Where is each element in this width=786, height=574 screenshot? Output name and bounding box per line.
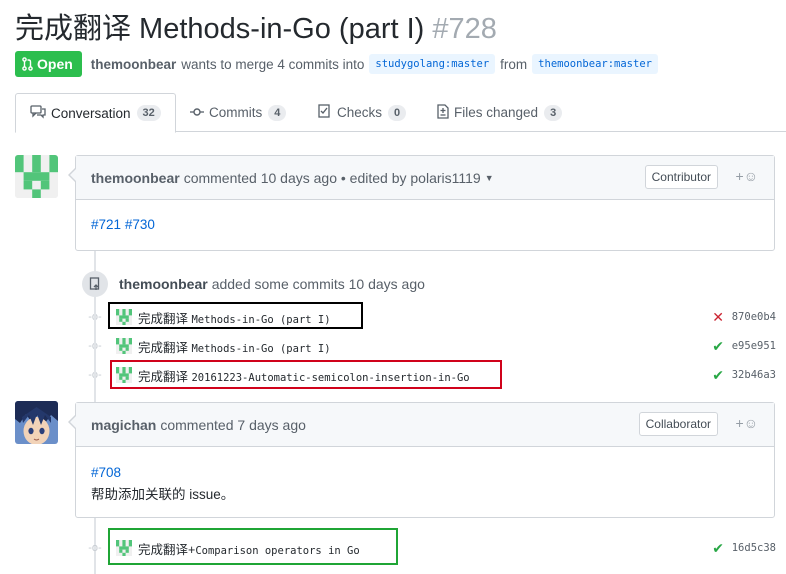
commit-sha[interactable]: e95e951 — [732, 340, 776, 352]
from-text: from — [500, 56, 528, 72]
tab-counter: 32 — [136, 105, 161, 121]
commit-row[interactable]: -o- 完成翻译 Methods-in-Go (part I) ✕ 870e0b… — [88, 306, 776, 328]
tab-counter: 0 — [388, 104, 407, 121]
commit-dot-icon: -o- — [88, 542, 102, 554]
pr-title: 完成翻译 Methods-in-Go (part I) — [15, 13, 425, 45]
pr-number: #728 — [432, 13, 497, 45]
base-branch[interactable]: studygolang:master — [369, 54, 496, 74]
identicon-icon — [116, 540, 132, 556]
comment-author[interactable]: themoonbear — [91, 170, 180, 186]
tab-label: Commits — [209, 105, 263, 120]
commit-message[interactable]: 完成翻译 Methods-in-Go (part I) — [138, 337, 331, 356]
tab-label: Checks — [337, 105, 383, 120]
page-title: 完成翻译 Methods-in-Go (part I) #728 — [15, 5, 497, 47]
git-pull-request-icon — [22, 57, 33, 71]
add-reaction-icon[interactable]: +☺ — [736, 415, 758, 431]
identicon-icon — [15, 155, 58, 198]
role-badge: Contributor — [644, 165, 718, 189]
pr-author[interactable]: themoonbear — [91, 57, 177, 72]
comment: themoonbear commented 10 days ago • edit… — [68, 155, 775, 251]
check-icon[interactable]: ✔ — [712, 540, 724, 557]
comment-header: magichan commented 7 days ago Collaborat… — [76, 403, 774, 447]
identicon-icon — [116, 338, 132, 354]
issue-link[interactable]: #721 — [91, 217, 121, 232]
event-author[interactable]: themoonbear — [119, 276, 208, 292]
check-icon[interactable]: ✔ — [712, 367, 724, 384]
merge-text: wants to merge 4 commits into — [181, 56, 365, 72]
tab-counter: 4 — [268, 104, 287, 121]
tab-conversation[interactable]: Conversation 32 — [15, 93, 176, 133]
pr-tabs: Conversation 32 Commits 4 Checks 0 Files… — [15, 93, 786, 133]
avatar[interactable] — [15, 155, 58, 198]
avatar[interactable] — [15, 401, 58, 444]
comment-meta: commented 7 days ago — [160, 416, 306, 433]
user-avatar-icon — [15, 401, 58, 444]
commit-message[interactable]: 完成翻译 20161223-Automatic-semicolon-insert… — [138, 366, 470, 385]
commit-row[interactable]: -o- 完成翻译+Comparison operators in Go ✔ 16… — [88, 537, 776, 559]
comment-author[interactable]: magichan — [91, 417, 156, 433]
state-badge: Open — [15, 51, 82, 77]
comment: magichan commented 7 days ago Collaborat… — [68, 402, 775, 520]
comment-discussion-icon — [30, 104, 46, 122]
chevron-down-icon[interactable]: ▼ — [485, 173, 494, 183]
checklist-icon — [318, 104, 332, 121]
tab-files-changed[interactable]: Files changed 3 — [437, 93, 563, 132]
x-icon[interactable]: ✕ — [712, 309, 724, 326]
commit-row[interactable]: -o- 完成翻译 Methods-in-Go (part I) ✔ e95e95… — [88, 335, 776, 357]
tab-label: Conversation — [51, 105, 131, 121]
issue-link[interactable]: #730 — [125, 217, 155, 232]
timeline-event: themoonbear added some commits 10 days a… — [82, 271, 425, 297]
role-badge: Collaborator — [638, 412, 718, 436]
commit-sha[interactable]: 870e0b4 — [732, 311, 776, 323]
repo-push-icon — [82, 271, 108, 297]
head-branch[interactable]: themoonbear:master — [532, 54, 658, 74]
tab-checks[interactable]: Checks 0 — [318, 93, 407, 132]
timeline-line — [94, 298, 96, 402]
commit-message[interactable]: 完成翻译+Comparison operators in Go — [138, 539, 360, 558]
commit-sha[interactable]: 32b46a3 — [732, 369, 776, 381]
file-diff-icon — [437, 103, 449, 122]
event-text: added some commits 10 days ago — [211, 276, 425, 292]
tab-label: Files changed — [454, 105, 539, 120]
comment-body: #721 #730 — [76, 200, 774, 250]
comment-header: themoonbear commented 10 days ago • edit… — [76, 156, 774, 200]
tab-counter: 3 — [544, 104, 563, 121]
comment-body: #708 帮助添加关联的 issue。 — [76, 447, 774, 520]
identicon-icon — [116, 367, 132, 383]
add-reaction-icon[interactable]: +☺ — [736, 168, 758, 184]
tab-commits[interactable]: Commits 4 — [190, 93, 287, 132]
issue-link[interactable]: #708 — [91, 465, 121, 480]
comment-meta: commented 10 days ago • edited by polari… — [183, 169, 481, 186]
identicon-icon — [116, 309, 132, 325]
commit-message[interactable]: 完成翻译 Methods-in-Go (part I) — [138, 308, 331, 327]
pr-meta: Open themoonbear wants to merge 4 commit… — [15, 51, 663, 77]
comment-text: 帮助添加关联的 issue。 — [91, 487, 235, 502]
commit-sha[interactable]: 16d5c38 — [732, 542, 776, 554]
check-icon[interactable]: ✔ — [712, 338, 724, 355]
git-commit-icon — [190, 105, 204, 120]
state-label: Open — [37, 56, 73, 72]
commit-row[interactable]: -o- 完成翻译 20161223-Automatic-semicolon-in… — [88, 364, 776, 386]
